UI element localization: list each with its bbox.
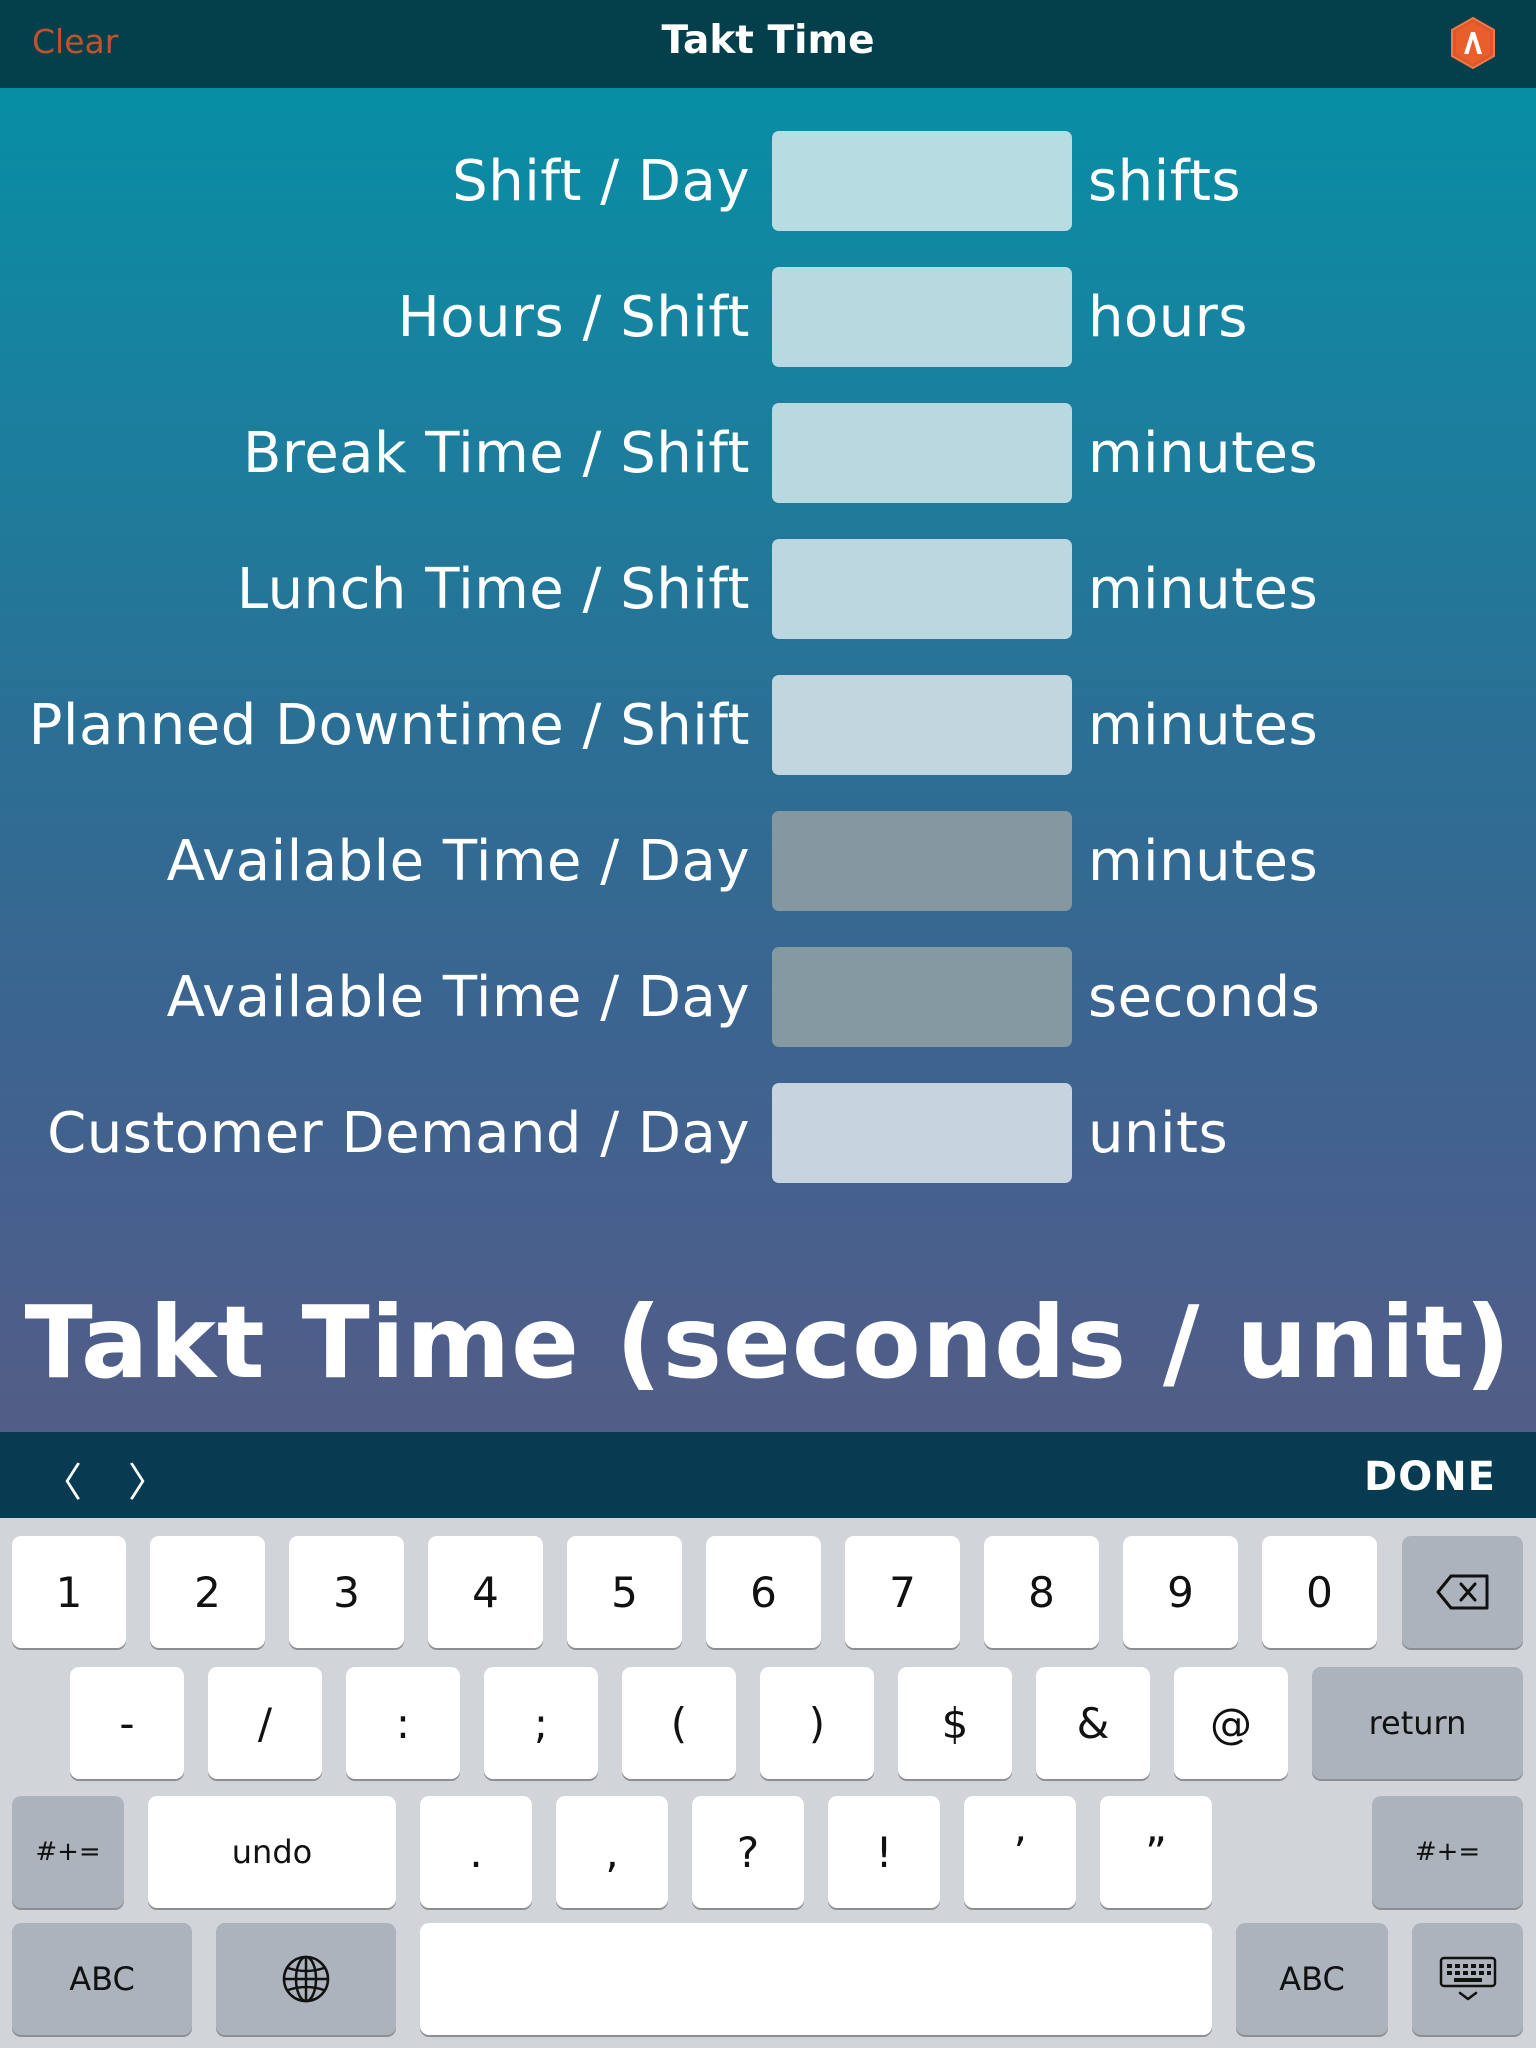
- page-title: Takt Time: [661, 18, 875, 63]
- shifts-per-day-input[interactable]: [772, 131, 1072, 231]
- planned-downtime-input[interactable]: [772, 675, 1072, 775]
- row-available-time-seconds: Available Time / Day seconds: [0, 947, 1536, 1047]
- space-key[interactable]: [420, 1923, 1212, 2035]
- row-label: Planned Downtime / Shift: [28, 693, 750, 758]
- customer-demand-input[interactable]: [772, 1083, 1072, 1183]
- shift-symbols-key-right[interactable]: #+=: [1372, 1796, 1523, 1908]
- row-unit: seconds: [1088, 965, 1321, 1030]
- key-exclamation[interactable]: !: [828, 1796, 940, 1908]
- key-at[interactable]: @: [1174, 1667, 1288, 1779]
- row-label: Break Time / Shift: [242, 421, 750, 486]
- key-8[interactable]: 8: [984, 1536, 1099, 1648]
- available-time-seconds-field: [772, 947, 1072, 1047]
- row-unit: minutes: [1088, 829, 1319, 894]
- key-dollar[interactable]: $: [898, 1667, 1012, 1779]
- key-9[interactable]: 9: [1123, 1536, 1238, 1648]
- previous-field-button[interactable]: 〈: [42, 1450, 82, 1508]
- key-slash[interactable]: /: [208, 1667, 322, 1779]
- row-label: Shift / Day: [452, 149, 750, 214]
- row-available-time-minutes: Available Time / Day minutes: [0, 811, 1536, 911]
- key-open-paren[interactable]: (: [622, 1667, 736, 1779]
- row-hours-per-shift: Hours / Shift hours: [0, 267, 1536, 367]
- row-label: Hours / Shift: [397, 285, 750, 350]
- dismiss-keyboard-key[interactable]: [1412, 1923, 1523, 2035]
- row-unit: minutes: [1088, 557, 1319, 622]
- row-customer-demand: Customer Demand / Day units: [0, 1083, 1536, 1183]
- takt-time-result-title: Takt Time (seconds / unit): [24, 1284, 1512, 1401]
- row-unit: minutes: [1088, 421, 1319, 486]
- key-apostrophe[interactable]: ’: [964, 1796, 1076, 1908]
- row-unit: units: [1088, 1101, 1229, 1166]
- row-label: Lunch Time / Shift: [236, 557, 750, 622]
- key-3[interactable]: 3: [289, 1536, 404, 1648]
- key-ampersand[interactable]: &: [1036, 1667, 1150, 1779]
- hours-per-shift-input[interactable]: [772, 267, 1072, 367]
- key-colon[interactable]: :: [346, 1667, 460, 1779]
- row-label: Available Time / Day: [166, 965, 750, 1030]
- key-semicolon[interactable]: ;: [484, 1667, 598, 1779]
- key-4[interactable]: 4: [428, 1536, 543, 1648]
- row-planned-downtime: Planned Downtime / Shift minutes: [0, 675, 1536, 775]
- row-lunch-time: Lunch Time / Shift minutes: [0, 539, 1536, 639]
- return-key[interactable]: return: [1312, 1667, 1523, 1779]
- key-period[interactable]: .: [420, 1796, 532, 1908]
- abc-key-right[interactable]: ABC: [1236, 1923, 1388, 2035]
- key-comma[interactable]: ,: [556, 1796, 668, 1908]
- row-unit: hours: [1088, 285, 1248, 350]
- row-unit: minutes: [1088, 693, 1319, 758]
- delete-key[interactable]: [1402, 1536, 1523, 1648]
- undo-key[interactable]: undo: [148, 1796, 396, 1908]
- lunch-time-input[interactable]: [772, 539, 1072, 639]
- row-break-time: Break Time / Shift minutes: [0, 403, 1536, 503]
- key-7[interactable]: 7: [845, 1536, 960, 1648]
- key-0[interactable]: 0: [1262, 1536, 1377, 1648]
- next-field-button[interactable]: 〉: [128, 1450, 168, 1508]
- backspace-icon: [1435, 1573, 1491, 1611]
- key-5[interactable]: 5: [567, 1536, 682, 1648]
- globe-icon: [281, 1954, 331, 2004]
- key-1[interactable]: 1: [12, 1536, 126, 1648]
- keyboard-dismiss-icon: [1438, 1955, 1498, 2003]
- abc-key-left[interactable]: ABC: [12, 1923, 192, 2035]
- key-hyphen[interactable]: -: [70, 1667, 184, 1779]
- key-quote[interactable]: ”: [1100, 1796, 1212, 1908]
- done-button[interactable]: DONE: [1364, 1454, 1496, 1500]
- row-label: Available Time / Day: [166, 829, 750, 894]
- calculator-panel: Shift / Day shifts Hours / Shift hours B…: [0, 88, 1536, 1432]
- key-close-paren[interactable]: ): [760, 1667, 874, 1779]
- app-logo-icon[interactable]: [1446, 16, 1500, 70]
- globe-key[interactable]: [216, 1923, 396, 2035]
- keyboard-toolbar: 〈 〉 DONE: [0, 1432, 1536, 1518]
- row-shift-per-day: Shift / Day shifts: [0, 131, 1536, 231]
- row-label: Customer Demand / Day: [47, 1101, 750, 1166]
- break-time-input[interactable]: [772, 403, 1072, 503]
- shift-symbols-key-left[interactable]: #+=: [12, 1796, 124, 1908]
- key-6[interactable]: 6: [706, 1536, 821, 1648]
- row-unit: shifts: [1088, 149, 1242, 214]
- key-question[interactable]: ?: [692, 1796, 804, 1908]
- keyboard: 1 2 3 4 5 6 7 8 9 0 - / : ; ( ) $ & @ re…: [0, 1518, 1536, 2048]
- key-2[interactable]: 2: [150, 1536, 265, 1648]
- available-time-minutes-field: [772, 811, 1072, 911]
- nav-bar: Clear Takt Time: [0, 0, 1536, 88]
